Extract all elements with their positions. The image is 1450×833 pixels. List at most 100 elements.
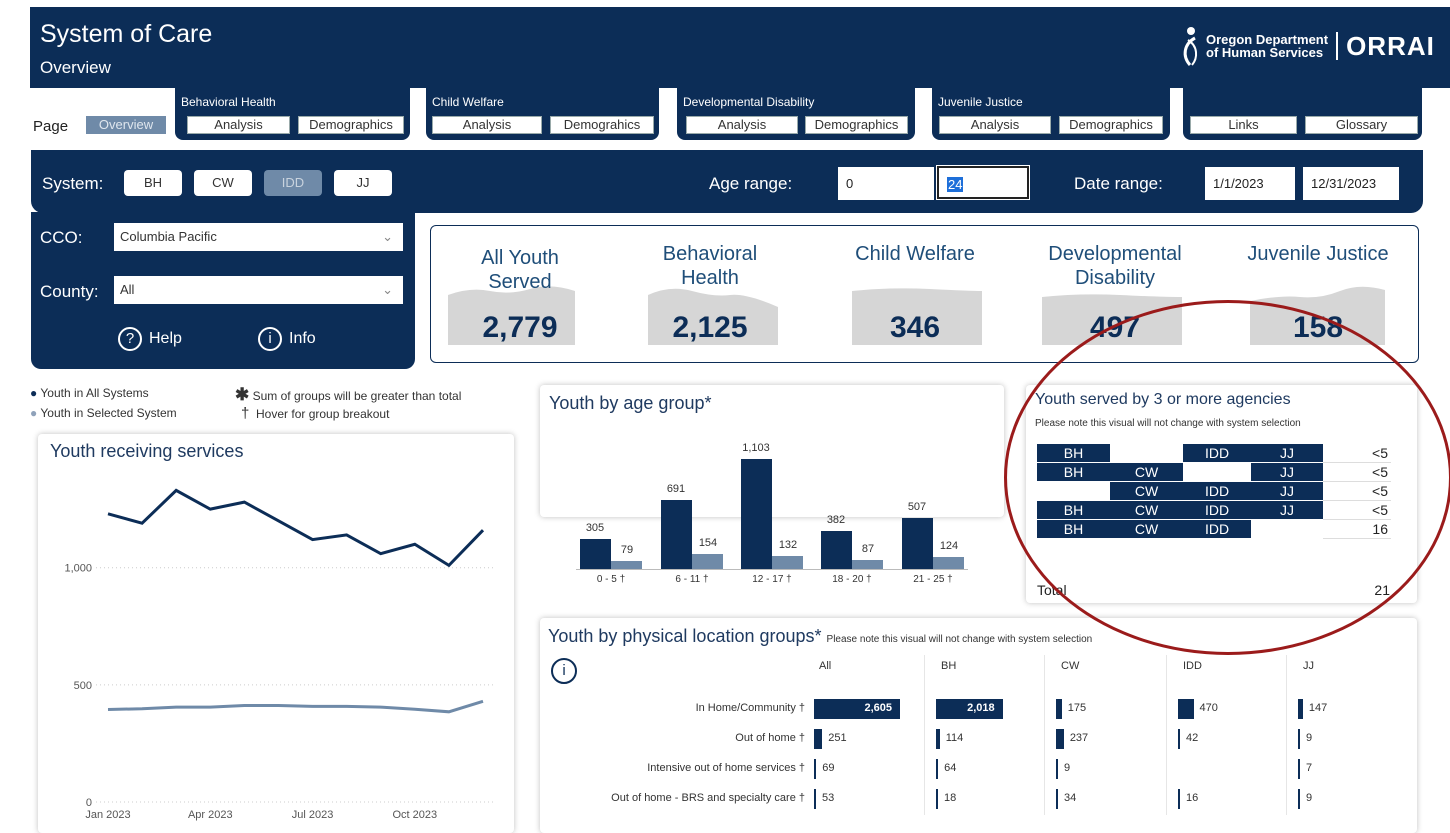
cco-label: CCO: <box>40 228 83 247</box>
location-bar[interactable] <box>1056 789 1058 809</box>
cco-select[interactable]: Columbia Pacific ⌄ <box>114 223 403 251</box>
legend-label: Sum of groups will be greater than total <box>252 389 462 403</box>
county-select[interactable]: All ⌄ <box>114 276 403 304</box>
location-bar[interactable] <box>1056 759 1058 779</box>
y-tick-label: 500 <box>74 680 92 692</box>
bar-value-label: 87 <box>861 543 875 556</box>
row-label: In Home/Community † <box>695 702 805 714</box>
kpi-label-line2: Served <box>488 271 552 293</box>
location-bar[interactable] <box>814 729 823 749</box>
location-bar[interactable] <box>1178 699 1194 719</box>
location-title-text: Youth by physical location groups* <box>548 626 822 646</box>
row-label: Intensive out of home services † <box>647 762 805 774</box>
help-button[interactable]: ? Help <box>118 327 182 351</box>
column-header: CW <box>1061 660 1080 672</box>
kpi-label-behavioral-health: Behavioral Health <box>635 242 785 290</box>
location-bar[interactable] <box>936 729 940 749</box>
location-info-icon[interactable]: i <box>551 658 577 684</box>
bh-demographics-tab[interactable]: Demographics <box>298 116 404 134</box>
tab-overview[interactable]: Overview <box>86 116 166 134</box>
location-value: 34 <box>1064 792 1077 804</box>
nav-group-developmental-disability: Developmental Disability Analysis Demogr… <box>677 88 915 140</box>
column-header: BH <box>941 660 957 672</box>
bar-selected-system[interactable] <box>692 553 723 569</box>
location-bar[interactable] <box>814 789 816 809</box>
nav-group-title: Child Welfare <box>432 95 504 109</box>
kpi-label-line1: Developmental <box>1048 243 1182 265</box>
x-axis-line <box>576 569 968 570</box>
location-bar[interactable] <box>1178 789 1180 809</box>
bar-value-label: 507 <box>907 501 927 514</box>
date-from-input[interactable]: 1/1/2023 <box>1205 167 1295 200</box>
info-icon: i <box>258 327 282 351</box>
location-bar[interactable] <box>1178 729 1180 749</box>
help-label: Help <box>149 330 182 347</box>
x-tick-label: 12 - 17 † <box>752 574 792 585</box>
system-bh-button[interactable]: BH <box>124 170 182 196</box>
system-jj-button[interactable]: JJ <box>334 170 392 196</box>
info-button[interactable]: i Info <box>258 327 316 351</box>
jj-analysis-tab[interactable]: Analysis <box>939 116 1051 134</box>
location-bar[interactable] <box>936 789 938 809</box>
location-value: 251 <box>828 732 847 744</box>
x-tick-label: Jan 2023 <box>85 809 130 821</box>
page-title: System of Care <box>40 20 213 48</box>
bar-selected-system[interactable] <box>772 555 803 569</box>
series-line-all-systems[interactable] <box>107 488 485 568</box>
org-line-2: of Human Services <box>1206 45 1324 60</box>
column-divider <box>924 655 925 815</box>
cco-value: Columbia Pacific <box>120 229 217 244</box>
bar-selected-system[interactable] <box>611 561 642 569</box>
location-value: 9 <box>1064 762 1071 774</box>
legend-sum-note: ✱ Sum of groups will be greater than tot… <box>235 385 461 405</box>
cw-demographics-tab[interactable]: Demograhics <box>550 116 654 134</box>
dd-analysis-tab[interactable]: Analysis <box>686 116 798 134</box>
location-bar[interactable] <box>814 759 817 779</box>
location-bar[interactable] <box>1298 699 1303 719</box>
asterisk-icon: ✱ <box>235 385 250 404</box>
bar-selected-system[interactable] <box>933 556 964 569</box>
location-bar[interactable] <box>936 759 939 779</box>
location-bar[interactable] <box>1298 789 1300 809</box>
location-value: 470 <box>1199 702 1218 714</box>
bar-value-label: 79 <box>620 544 634 557</box>
bar-selected-system[interactable] <box>852 560 883 569</box>
bar-value-label: 305 <box>585 521 605 534</box>
location-value: 18 <box>944 792 957 804</box>
system-cw-button[interactable]: CW <box>194 170 252 196</box>
date-to-input[interactable]: 12/31/2023 <box>1303 167 1399 200</box>
x-tick-label: 6 - 11 † <box>675 574 709 585</box>
location-bar[interactable] <box>1056 699 1062 719</box>
bh-analysis-tab[interactable]: Analysis <box>187 116 290 134</box>
nav-group-resources: Links Glossary <box>1183 88 1422 140</box>
dd-demographics-tab[interactable]: Demographics <box>805 116 908 134</box>
page-subtitle: Overview <box>40 58 111 77</box>
x-tick-label: 18 - 20 † <box>832 574 872 585</box>
cw-analysis-tab[interactable]: Analysis <box>432 116 542 134</box>
glossary-tab[interactable]: Glossary <box>1305 116 1418 134</box>
county-label: County: <box>40 282 99 301</box>
links-tab[interactable]: Links <box>1190 116 1297 134</box>
column-divider <box>1044 655 1045 815</box>
location-value: 147 <box>1308 702 1328 714</box>
series-line-selected-system[interactable] <box>107 699 484 714</box>
legend-all-systems: ● Youth in All Systems <box>30 386 149 400</box>
kpi-value-child-welfare: 346 <box>889 311 941 344</box>
location-bar[interactable] <box>1056 729 1064 749</box>
location-bar[interactable] <box>1298 729 1300 749</box>
column-divider <box>1286 655 1287 815</box>
legend-label: Youth in All Systems <box>40 386 149 400</box>
orrai-logo: ORRAI <box>1346 30 1435 61</box>
bar-all-systems[interactable] <box>741 459 772 569</box>
row-label: Out of home † <box>735 732 805 744</box>
jj-demographics-tab[interactable]: Demographics <box>1059 116 1163 134</box>
chevron-down-icon: ⌄ <box>382 282 393 297</box>
age-min-input[interactable]: 0 <box>838 167 934 200</box>
bar-all-systems[interactable] <box>661 500 692 569</box>
age-max-input[interactable]: 24 <box>936 165 1030 200</box>
location-value: 114 <box>945 732 964 744</box>
nav-group-behavioral-health: Behavioral Health Analysis Demographics <box>175 88 410 140</box>
location-bar[interactable] <box>1298 759 1300 779</box>
system-idd-button[interactable]: IDD <box>264 170 322 196</box>
column-divider <box>1166 655 1167 815</box>
